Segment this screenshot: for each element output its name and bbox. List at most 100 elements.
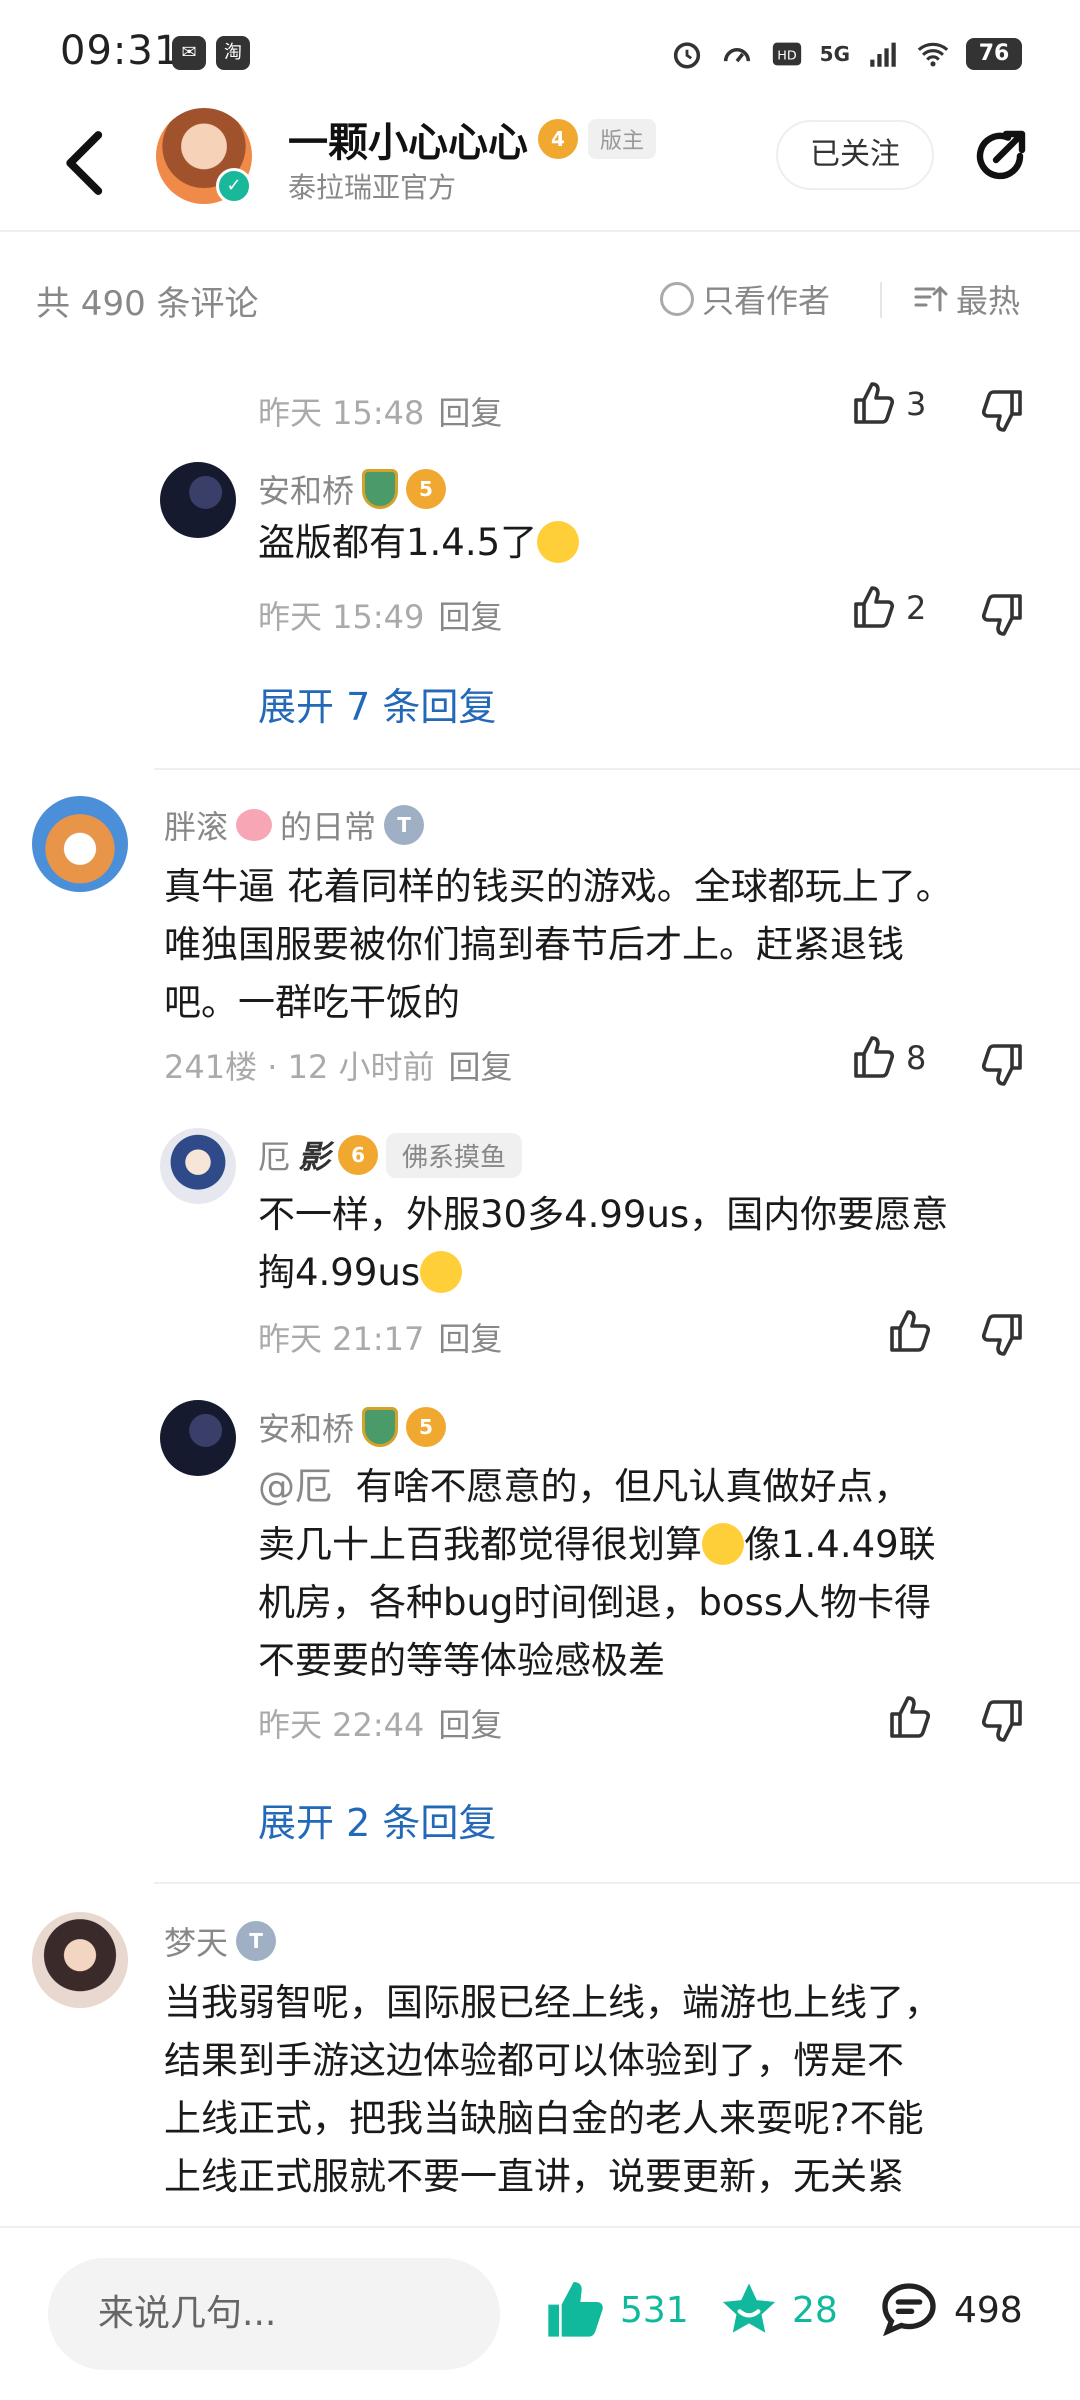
level-badge-icon: 4 (538, 119, 578, 159)
reply-time: 昨天 22:44 (258, 1706, 425, 1744)
author-row: 一颗小心心心 4 版主 (288, 110, 657, 168)
reply-button[interactable]: 回复 (438, 598, 502, 636)
comment-text-line: 唯独国服要被你们搞到春节后才上。赶紧退钱 (164, 923, 904, 966)
shield-badge-icon (362, 469, 399, 509)
share-icon[interactable] (968, 124, 1032, 188)
username[interactable]: 厄 (258, 1132, 290, 1178)
comment-input[interactable]: 来说几句... (48, 2258, 500, 2370)
thumbs-up-icon[interactable] (886, 1308, 934, 1356)
reply-button[interactable]: 回复 (438, 394, 502, 432)
hd-icon: HD (772, 42, 801, 66)
comment-text-line: 结果到手游这边体验都可以体验到了，愣是不 (164, 2039, 904, 2082)
reply-meta: 昨天 21:17 回复 (258, 1314, 502, 1360)
comment-text-line: 掏4.99us (258, 1251, 421, 1294)
author-name[interactable]: 一颗小心心心 (288, 110, 528, 168)
post-header: ✓ 一颗小心心心 4 版主 泰拉瑞亚官方 已关注 (0, 100, 1080, 232)
expand-replies-link[interactable]: 展开 7 条回复 (258, 676, 496, 731)
comment-text-line: 有啥不愿意的，但凡认真做好点， (355, 1465, 911, 1508)
battery-indicator: 76 (966, 38, 1022, 70)
author-subtitle: 泰拉瑞亚官方 (288, 171, 457, 204)
comment-text-line: 上线正式服就不要一直讲，说要更新，无关紧 (164, 2155, 904, 2198)
reply-meta: 昨天 15:49 回复 (258, 592, 502, 638)
level-badge-icon: 5 (406, 469, 447, 509)
bottom-action-bar: 来说几句... 531 28 498 (0, 2226, 1080, 2400)
expand-replies-link[interactable]: 展开 2 条回复 (258, 1792, 496, 1847)
username[interactable]: 安和桥 (258, 1404, 354, 1450)
reply-button[interactable]: 回复 (438, 1320, 502, 1358)
user-avatar[interactable] (160, 1128, 236, 1204)
comment-text-line: 真牛逼 花着同样的钱买的游戏。全球都玩上了。 (164, 865, 953, 908)
thumbs-up-icon (854, 382, 895, 424)
user-avatar[interactable] (160, 1400, 236, 1476)
comment-text: 当我弱智呢，国际服已经上线，端游也上线了， 结果到手游这边体验都可以体验到了，愣… (164, 1974, 1054, 2206)
comment-text: 不一样，外服30多4.99us，国内你要愿意 掏4.99us (258, 1186, 1038, 1302)
status-bar: 09:31 ✉ 淘 HD 5G 76 (0, 0, 1080, 100)
status-icons: HD 5G 76 (670, 34, 1022, 74)
pig-emoji-icon (236, 809, 273, 841)
divider (154, 1882, 1080, 1884)
post-like-count: 531 (620, 2289, 689, 2331)
favorite-button[interactable]: 28 (716, 2278, 838, 2342)
user-tag: 佛系摸鱼 (386, 1132, 523, 1178)
comments-button[interactable]: 498 (874, 2278, 1023, 2342)
thumbs-up-icon[interactable] (886, 1694, 934, 1742)
thumbs-down-icon[interactable] (978, 386, 1026, 434)
comment-username-row: 胖滚 的日常 T (164, 802, 425, 848)
reply-time: 昨天 15:48 (258, 394, 425, 432)
speedometer-icon (723, 48, 750, 63)
like-button[interactable]: 2 (850, 584, 926, 632)
divider (880, 282, 882, 318)
follow-button[interactable]: 已关注 (776, 120, 934, 190)
sort-button[interactable]: 最热 (914, 276, 1020, 322)
user-avatar[interactable] (160, 462, 236, 538)
thumbs-down-icon[interactable] (978, 590, 1026, 638)
back-button[interactable] (56, 128, 116, 198)
comment-count-bar: 共 490 条评论 只看作者 最热 (0, 260, 1080, 340)
like-count: 8 (906, 1039, 927, 1077)
thumbs-down-icon[interactable] (978, 1696, 1026, 1744)
moderator-tag: 版主 (588, 119, 657, 159)
comment-text-line: 盗版都有1.4.5了 (258, 521, 538, 564)
money-emoji-icon (420, 1251, 463, 1293)
comment-text-line: 像1.4.49联 (744, 1523, 936, 1566)
divider (154, 768, 1080, 770)
username[interactable]: 梦天 (164, 1918, 228, 1964)
username[interactable]: 安和桥 (258, 466, 354, 512)
comment-text-line: 机房，各种bug时间倒退，boss人物卡得 (258, 1581, 932, 1624)
comment-text-line: 吧。一群吃干饭的 (164, 981, 460, 1024)
reply-button[interactable]: 回复 (449, 1048, 513, 1086)
mention[interactable]: @厄 (258, 1465, 332, 1508)
comment-username-row: 梦天 T (164, 1918, 277, 1964)
user-avatar[interactable] (32, 796, 128, 892)
favorite-count: 28 (792, 2289, 838, 2331)
comment-text: @厄 有啥不愿意的，但凡认真做好点， 卖几十上百我都觉得很划算 像1.4.49联 … (258, 1458, 1038, 1690)
only-author-label: 只看作者 (702, 282, 831, 320)
comment-text-line: 当我弱智呢，国际服已经上线，端游也上线了， (164, 1981, 941, 2024)
thumbs-down-icon[interactable] (978, 1040, 1026, 1088)
thumbs-down-icon[interactable] (978, 1310, 1026, 1358)
comment-text-line: 上线正式，把我当缺脑白金的老人来耍呢?不能 (164, 2097, 924, 2140)
comment-text-line: 不要要的等等体验感极差 (258, 1639, 665, 1682)
crying-emoji-icon (702, 1523, 744, 1565)
username-part[interactable]: 的日常 (280, 802, 376, 848)
reply-time: 昨天 15:49 (258, 598, 425, 636)
like-count: 2 (906, 589, 927, 627)
reply-meta: 昨天 22:44 回复 (258, 1700, 502, 1746)
status-time: 09:31 (60, 28, 181, 74)
username-art: 影 (298, 1138, 331, 1176)
comment-count: 共 490 条评论 (36, 284, 259, 324)
like-button[interactable]: 3 (850, 380, 926, 428)
user-avatar[interactable] (32, 1912, 128, 2008)
comment-feed[interactable]: 昨天 15:48 回复 3 安和桥 5 盗版都有1.4.5了 昨天 15:49 回复… (0, 350, 1080, 2230)
comment-text: 盗版都有1.4.5了 (258, 514, 580, 572)
only-author-toggle[interactable]: 只看作者 (660, 276, 830, 322)
reply-button[interactable]: 回复 (438, 1706, 502, 1744)
like-button[interactable]: 8 (850, 1034, 926, 1082)
comment-text-line: 卖几十上百我都觉得很划算 (258, 1523, 702, 1566)
username-part[interactable]: 胖滚 (164, 802, 228, 848)
reply-meta: 昨天 15:48 回复 (258, 388, 502, 434)
thumbs-up-icon (854, 1036, 895, 1078)
post-like-button[interactable]: 531 (540, 2278, 689, 2342)
thumbs-up-filled-icon (548, 2282, 603, 2337)
like-count: 3 (906, 385, 927, 423)
